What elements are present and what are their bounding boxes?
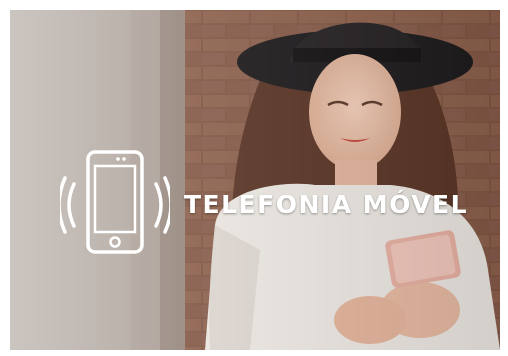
banner-title: TELEFONIA MÓVEL xyxy=(184,190,469,219)
smartphone-vibrating-icon xyxy=(60,150,170,254)
promo-banner[interactable]: TELEFONIA MÓVEL xyxy=(10,10,500,350)
